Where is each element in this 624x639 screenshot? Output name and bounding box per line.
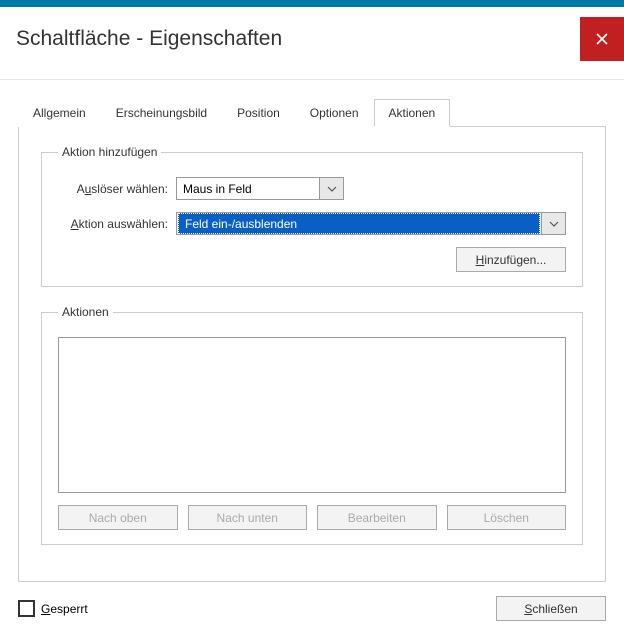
close-button[interactable]: Schließen [496, 596, 606, 621]
chevron-down-icon [541, 213, 565, 234]
actions-group: Aktionen Nach oben Nach unten Bearbeiten… [41, 305, 583, 545]
actions-list[interactable] [58, 337, 566, 493]
add-action-legend: Aktion hinzufügen [58, 145, 161, 159]
move-up-button: Nach oben [58, 505, 178, 530]
locked-checkbox[interactable]: Gesperrt [18, 600, 88, 617]
checkbox-box [18, 600, 35, 617]
add-button[interactable]: Hinzufügen... [456, 247, 566, 272]
locked-label: Gesperrt [41, 602, 88, 616]
action-value: Feld ein-/ausblenden [178, 213, 540, 234]
tab-allgemein[interactable]: Allgemein [18, 99, 101, 127]
tab-optionen[interactable]: Optionen [295, 99, 374, 127]
trigger-label: Auslöser wählen: [58, 182, 168, 196]
tab-erscheinungsbild[interactable]: Erscheinungsbild [101, 99, 222, 127]
tab-aktionen[interactable]: Aktionen [374, 99, 451, 127]
move-down-button: Nach unten [188, 505, 308, 530]
edit-button: Bearbeiten [317, 505, 437, 530]
dialog-title: Schaltfläche - Eigenschaften [16, 27, 282, 51]
tabs: Allgemein Erscheinungsbild Position Opti… [18, 98, 606, 127]
tab-position[interactable]: Position [222, 99, 295, 127]
action-select[interactable]: Feld ein-/ausblenden [176, 212, 566, 235]
actions-legend: Aktionen [58, 305, 113, 319]
chevron-down-icon [319, 178, 343, 199]
close-icon[interactable] [580, 17, 624, 61]
trigger-select[interactable]: Maus in Feld [176, 177, 344, 200]
trigger-value: Maus in Feld [177, 178, 319, 199]
delete-button: Löschen [447, 505, 567, 530]
add-action-group: Aktion hinzufügen Auslöser wählen: Maus … [41, 145, 583, 287]
action-label: Aktion auswählen: [58, 217, 168, 231]
